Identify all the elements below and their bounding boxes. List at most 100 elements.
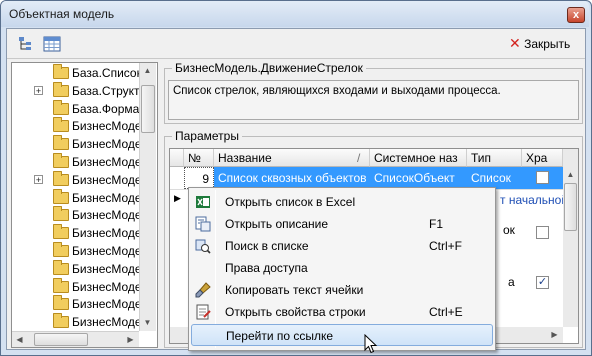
cell-partial-type[interactable]: а (504, 271, 522, 293)
folder-icon (53, 135, 69, 151)
tree-scroll-thumb[interactable] (141, 85, 155, 133)
open-description-icon (195, 216, 211, 232)
tree-item-label: БизнесМоде (72, 279, 142, 294)
grid-scroll-thumb[interactable] (564, 183, 577, 231)
tree-item[interactable]: БизнесМоде (12, 224, 142, 242)
tree-item[interactable]: БизнесМоде (12, 313, 142, 331)
tree-horizontal-scrollbar[interactable]: ◀ ▶ (12, 331, 139, 347)
grid-row-header (170, 149, 184, 167)
toolbar: ✕ Закрыть (7, 29, 585, 59)
close-button-label: Закрыть (524, 37, 571, 51)
sort-indicator-icon: / (357, 151, 361, 165)
description-group-title: БизнесМодель.ДвижениеСтрелок (172, 61, 366, 75)
tree-item[interactable]: БизнесМоде (12, 242, 142, 260)
folder-icon (53, 117, 69, 133)
cell-num[interactable]: 9 (184, 167, 214, 189)
tree-item[interactable]: БизнесМоде (12, 188, 142, 207)
tree-item-label: БизнесМоде (72, 155, 142, 169)
folder-icon (53, 277, 69, 293)
cell-partial-type[interactable]: ок (499, 219, 522, 241)
menu-item-label: Поиск в списке (225, 239, 309, 253)
menu-item-follow-link[interactable]: Перейти по ссылке (191, 324, 493, 346)
menu-item-row-properties[interactable]: Открыть свойства строки Ctrl+E (191, 301, 493, 323)
menu-item-access-rights[interactable]: Права доступа (191, 257, 493, 279)
scroll-left-arrow-icon[interactable]: ◀ (12, 332, 27, 347)
tree-item[interactable]: + База.Структу (12, 81, 146, 100)
menu-item-label: Открыть свойства строки (225, 305, 366, 319)
menu-item-shortcut: Ctrl+E (429, 305, 463, 319)
cell-sysname[interactable]: СписокОбъект (370, 167, 467, 189)
tree-hscroll-thumb[interactable] (34, 333, 88, 346)
title-bar: Объектная модель x (1, 1, 589, 27)
folder-icon (53, 153, 69, 168)
tree-vertical-scrollbar[interactable]: ▲ ▼ (139, 63, 156, 331)
scroll-right-arrow-icon[interactable]: ▶ (547, 327, 562, 342)
tree-item[interactable]: База.Формат (12, 99, 145, 118)
table-icon[interactable] (43, 36, 61, 52)
menu-item-shortcut: F1 (429, 217, 444, 231)
close-button[interactable]: ✕ Закрыть (509, 35, 570, 53)
mouse-pointer-icon (364, 334, 378, 354)
tree-item-label: БизнесМоде (72, 226, 142, 241)
stored-checkbox[interactable] (536, 171, 549, 184)
excel-icon (196, 196, 210, 208)
row-checkbox-checked[interactable]: ✓ (536, 276, 549, 289)
column-header-num[interactable]: № (184, 149, 214, 167)
scroll-up-arrow-icon[interactable]: ▲ (563, 167, 578, 182)
scroll-down-arrow-icon[interactable]: ▼ (140, 315, 155, 330)
column-header-stored[interactable]: Хра (522, 149, 563, 167)
cell-name[interactable]: Список сквозных объектов (214, 167, 370, 189)
tree-item-label: БизнесМоде (72, 315, 142, 330)
tree-item-label: БизнесМоде (72, 244, 142, 258)
folder-icon (53, 242, 69, 257)
window-title: Объектная модель (9, 7, 115, 21)
tree-item[interactable]: БизнесМоде (12, 135, 142, 153)
menu-item-copy-cell-text[interactable]: Копировать текст ячейки (191, 279, 493, 301)
brush-icon (195, 282, 211, 298)
expand-plus-icon[interactable]: + (34, 174, 43, 184)
cell-stored[interactable] (522, 167, 563, 189)
cell-partial-link[interactable]: т начальной (496, 189, 563, 211)
tree-item-label: БизнесМоде (72, 208, 142, 223)
tree-item[interactable]: БизнесМоде (12, 206, 142, 224)
row-pointer-icon: ▶ (174, 193, 181, 203)
scroll-right-arrow-icon[interactable]: ▶ (123, 332, 138, 347)
grid-vertical-scrollbar[interactable]: ▲ (563, 149, 578, 327)
expand-plus-icon[interactable]: + (34, 85, 43, 95)
tree-item-label: База.Формат (72, 101, 145, 116)
column-header-type[interactable]: Тип (467, 149, 522, 167)
menu-item-shortcut: Ctrl+F (429, 239, 462, 253)
menu-item-open-description[interactable]: Открыть описание F1 (191, 213, 493, 235)
tree-item[interactable]: БизнесМоде (12, 295, 142, 313)
window-close-icon[interactable]: x (567, 7, 585, 23)
tree-item[interactable]: + БизнесМоде (12, 170, 142, 189)
description-group: БизнесМодель.ДвижениеСтрелок Список стре… (164, 61, 583, 124)
menu-item-label: Перейти по ссылке (226, 329, 334, 343)
tree-item[interactable]: БизнесМоде (12, 153, 142, 171)
folder-icon (53, 64, 69, 79)
tree-structure-icon[interactable] (17, 36, 35, 52)
properties-icon (196, 304, 211, 320)
row-checkbox[interactable] (536, 226, 549, 239)
model-tree[interactable]: База.Список + База.Структу База.Формат Бизне… (11, 62, 158, 348)
search-list-icon (195, 239, 211, 254)
tree-item[interactable]: БизнесМоде (12, 259, 142, 278)
menu-item-open-excel[interactable]: Открыть список в Excel (191, 191, 493, 213)
cell-type[interactable]: Список (467, 167, 522, 189)
tree-item-label: БизнесМоде (72, 119, 142, 134)
column-header-sysname[interactable]: Системное наз (370, 149, 467, 167)
menu-item-label: Открыть описание (225, 217, 329, 231)
tree-item-label: БизнесМоде (72, 190, 142, 205)
folder-icon (53, 188, 69, 204)
folder-icon (53, 170, 69, 186)
column-header-name-label: Название (218, 151, 272, 165)
scroll-up-arrow-icon[interactable]: ▲ (140, 63, 155, 78)
folder-icon (53, 313, 69, 329)
menu-item-search[interactable]: Поиск в списке Ctrl+F (191, 235, 493, 257)
tree-item[interactable]: БизнесМоде (12, 277, 142, 296)
tree-item[interactable]: БизнесМоде (12, 117, 142, 135)
description-text: Список стрелок, являющихся входами и вых… (168, 80, 579, 120)
column-header-name[interactable]: Название / (214, 149, 370, 167)
tree-item[interactable]: База.Список (12, 64, 142, 82)
close-red-icon: ✕ (509, 35, 521, 51)
